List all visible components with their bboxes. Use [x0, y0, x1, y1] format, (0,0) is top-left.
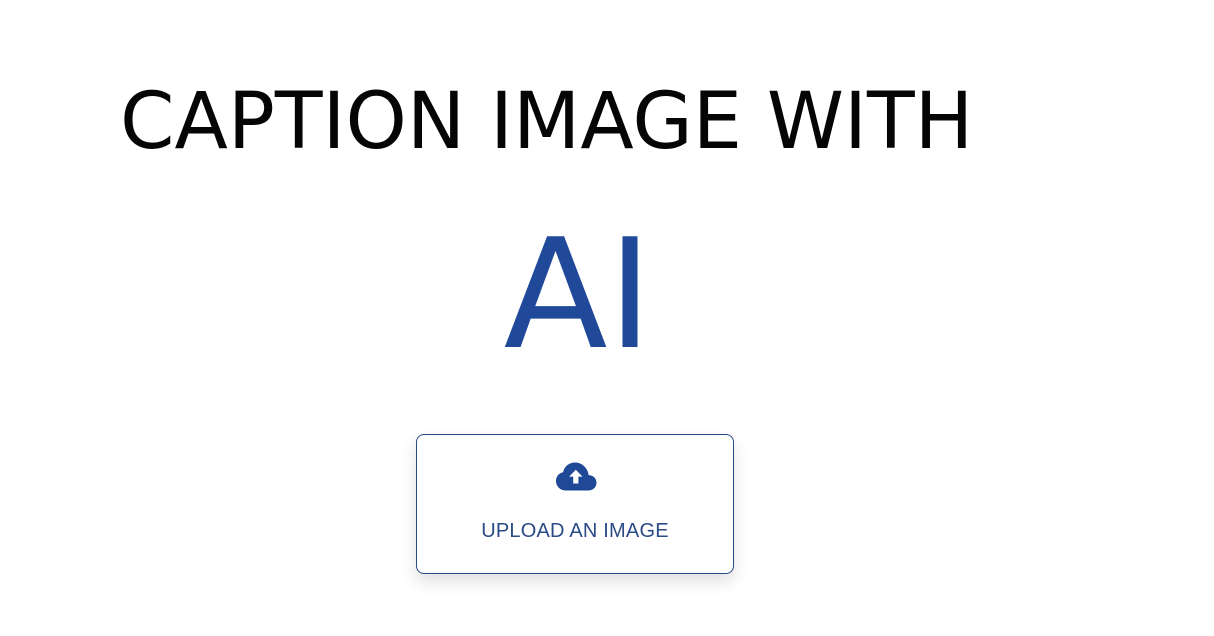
hero-title: CAPTION IMAGE WITH	[120, 77, 974, 167]
upload-image-button[interactable]: UPLOAD AN IMAGE	[416, 434, 734, 574]
cloud-upload-icon	[556, 462, 597, 491]
upload-button-label: UPLOAD AN IMAGE	[481, 520, 669, 542]
page: CAPTION IMAGE WITH AI UPLOAD AN IMAGE	[0, 0, 1214, 636]
hero-accent-text: AI	[503, 206, 653, 383]
